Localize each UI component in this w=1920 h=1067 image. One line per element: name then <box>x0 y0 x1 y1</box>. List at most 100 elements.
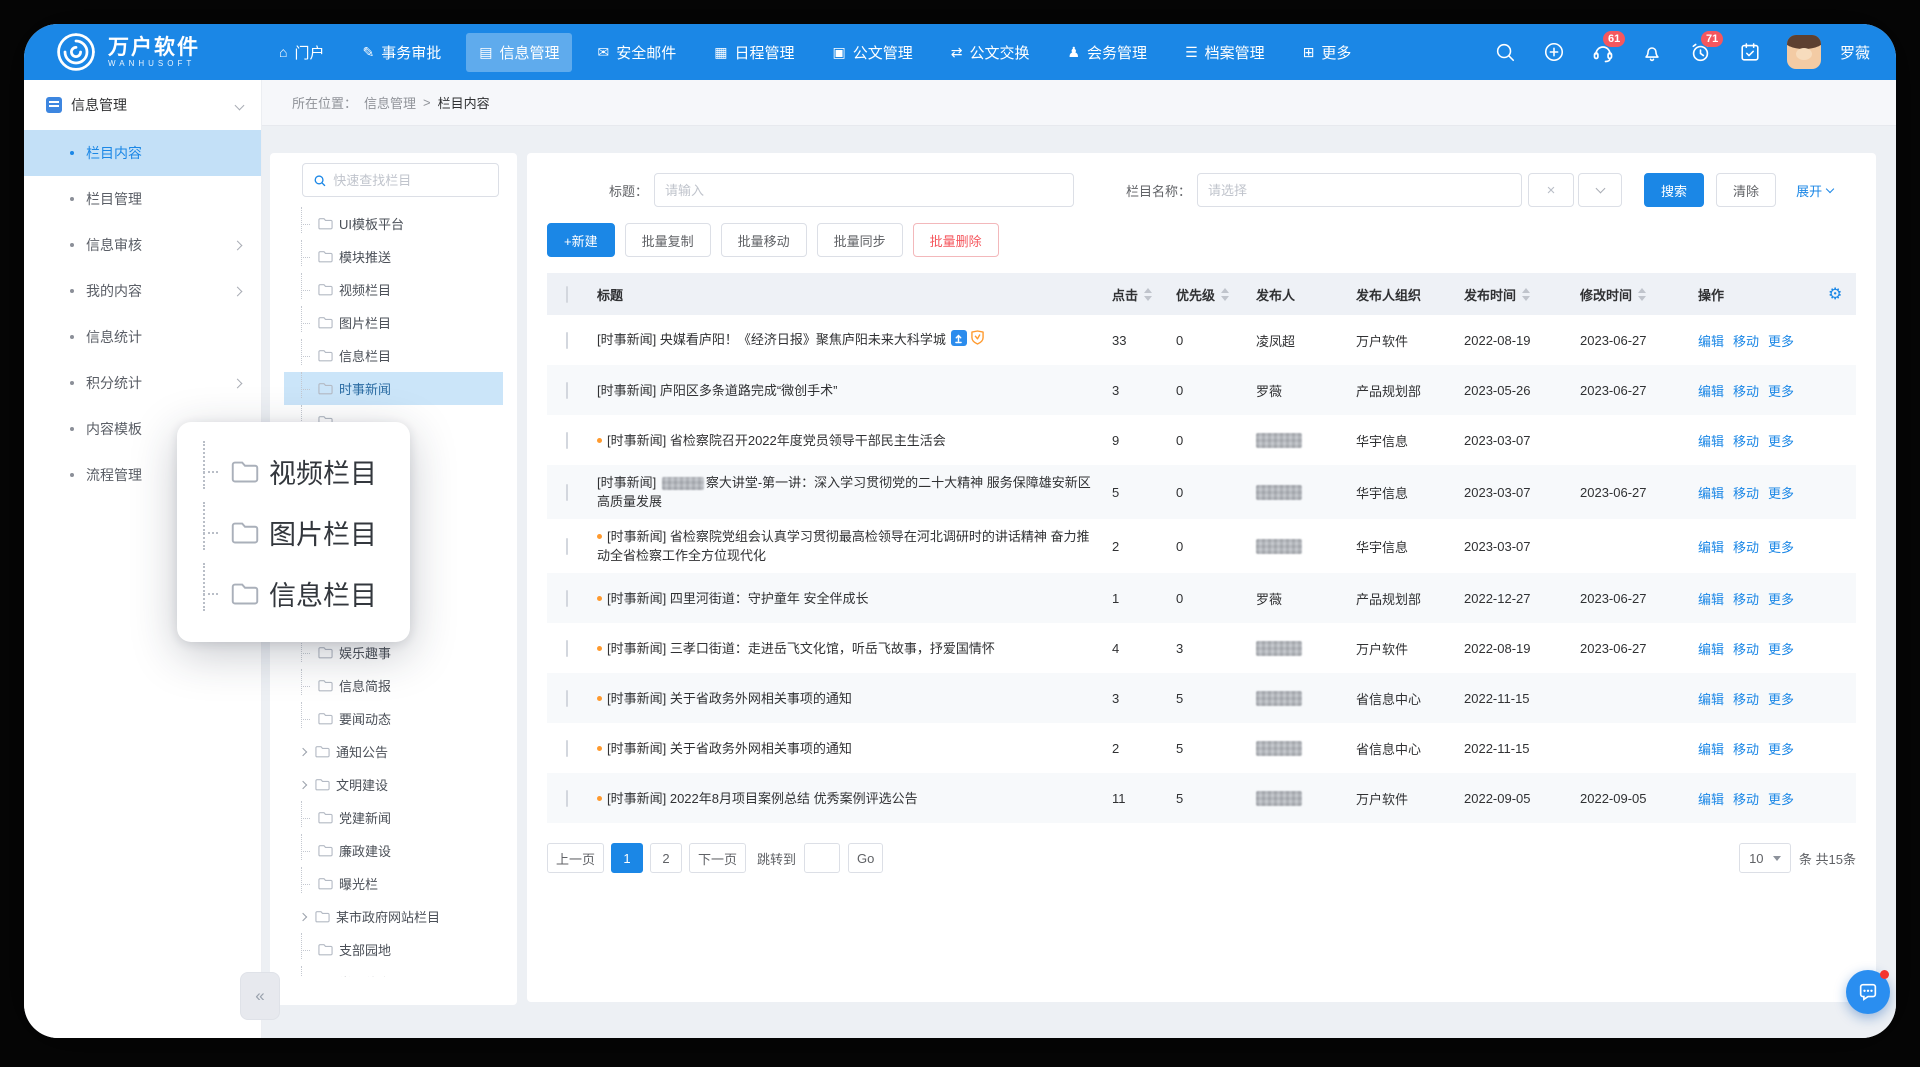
more-link[interactable]: 更多 <box>1768 483 1794 502</box>
sidebar-item[interactable]: 我的内容 <box>24 268 261 314</box>
nav-item[interactable]: ⌂ 门户 <box>266 33 337 72</box>
tree-item[interactable]: 曝光栏 <box>284 867 503 900</box>
edit-link[interactable]: 编辑 <box>1698 639 1724 658</box>
edit-link[interactable]: 编辑 <box>1698 789 1724 808</box>
row-checkbox[interactable] <box>566 432 568 449</box>
edit-link[interactable]: 编辑 <box>1698 331 1724 350</box>
sort-icons[interactable] <box>1522 288 1530 301</box>
go-button[interactable]: Go <box>848 843 883 873</box>
nav-item[interactable]: ☰ 档案管理 <box>1172 33 1278 72</box>
action-button[interactable]: 批量移动 <box>721 223 807 257</box>
clear-button[interactable]: 清除 <box>1716 173 1776 207</box>
tree-item[interactable]: 廉政建设 <box>284 834 503 867</box>
edit-link[interactable]: 编辑 <box>1698 381 1724 400</box>
edit-link[interactable]: 编辑 <box>1698 483 1724 502</box>
nav-item[interactable]: ✉ 安全邮件 <box>584 33 689 72</box>
tree-item[interactable]: 信息简报 <box>284 669 503 702</box>
row-title-cell[interactable]: [时事新闻] 三孝口街道：走进岳飞文化馆，听岳飞故事，抒爱国情怀 <box>591 631 1106 666</box>
prev-page-button[interactable]: 上一页 <box>547 843 604 873</box>
more-link[interactable]: 更多 <box>1768 381 1794 400</box>
move-link[interactable]: 移动 <box>1733 431 1759 450</box>
move-link[interactable]: 移动 <box>1733 689 1759 708</box>
edit-link[interactable]: 编辑 <box>1698 431 1724 450</box>
page-button[interactable]: 2 <box>650 843 682 873</box>
nav-item[interactable]: ✎ 事务审批 <box>349 33 454 72</box>
tree-item[interactable]: 视频栏目 <box>284 273 503 306</box>
move-link[interactable]: 移动 <box>1733 739 1759 758</box>
row-title-cell[interactable]: [时事新闻] 庐阳区多条道路完成“微创手术” <box>591 373 1106 408</box>
row-title-cell[interactable]: [时事新闻] 关于省政务外网相关事项的通知 <box>591 731 1106 766</box>
col-mod-date[interactable]: 修改时间 <box>1574 285 1692 304</box>
sidebar-item[interactable]: 栏目管理 <box>24 176 261 222</box>
tree-item[interactable]: UI模板平台 <box>284 207 503 240</box>
column-filter-select[interactable] <box>1197 173 1522 207</box>
tree-item[interactable]: 信息栏目 <box>284 339 503 372</box>
avatar[interactable] <box>1787 35 1821 69</box>
action-button[interactable]: 批量复制 <box>625 223 711 257</box>
row-checkbox[interactable] <box>566 690 568 707</box>
column-clear-button[interactable]: × <box>1528 173 1574 207</box>
tree-search-input[interactable] <box>333 173 488 188</box>
row-checkbox[interactable] <box>566 484 568 501</box>
row-title[interactable]: [时事新闻] 庐阳区多条道路完成“微创手术” <box>597 383 838 398</box>
expand-arrow-icon[interactable] <box>299 747 307 755</box>
tree-item[interactable]: 文明建设 <box>284 768 503 801</box>
move-link[interactable]: 移动 <box>1733 331 1759 350</box>
move-link[interactable]: 移动 <box>1733 789 1759 808</box>
row-checkbox[interactable] <box>566 740 568 757</box>
row-checkbox[interactable] <box>566 790 568 807</box>
row-title[interactable]: [时事新闻] 省检察院党组会认真学习贯彻最高检领导在河北调研时的讲话精神 奋力推… <box>597 529 1089 563</box>
sort-icons[interactable] <box>1638 288 1646 301</box>
col-pub-date[interactable]: 发布时间 <box>1458 285 1574 304</box>
expand-toggle[interactable]: 展开 <box>1796 181 1833 200</box>
collapse-tree-button[interactable]: « <box>240 972 280 1020</box>
col-clicks[interactable]: 点击 <box>1106 285 1170 304</box>
calendar-icon[interactable] <box>1738 40 1762 64</box>
row-title-cell[interactable]: [时事新闻] 央媒看庐阳！《经济日报》聚焦庐阳未来大科学城 <box>591 322 1106 359</box>
more-link[interactable]: 更多 <box>1768 739 1794 758</box>
service-headset-icon[interactable]: 61 <box>1591 40 1615 64</box>
tree-item[interactable]: 学习体会 <box>284 966 503 977</box>
breadcrumb-parent[interactable]: 信息管理 <box>364 93 416 112</box>
more-link[interactable]: 更多 <box>1768 331 1794 350</box>
tree-item[interactable]: 支部园地 <box>284 933 503 966</box>
row-checkbox[interactable] <box>566 590 568 607</box>
row-checkbox[interactable] <box>566 538 568 555</box>
action-button[interactable]: +新建 <box>547 223 615 257</box>
row-checkbox[interactable] <box>566 332 568 349</box>
title-filter-input[interactable] <box>654 173 1074 207</box>
expand-arrow-icon[interactable] <box>299 912 307 920</box>
tree-item[interactable]: 时事新闻 <box>284 372 503 405</box>
more-link[interactable]: 更多 <box>1768 589 1794 608</box>
nav-item[interactable]: ⇄ 公文交换 <box>938 33 1043 72</box>
page-button[interactable]: 1 <box>611 843 643 873</box>
username[interactable]: 罗薇 <box>1840 42 1870 63</box>
edit-link[interactable]: 编辑 <box>1698 689 1724 708</box>
row-title[interactable]: [时事新闻] 央媒看庐阳！《经济日报》聚焦庐阳未来大科学城 <box>597 332 946 347</box>
row-title[interactable]: [时事新闻] 2022年8月项目案例总结 优秀案例评选公告 <box>607 791 918 806</box>
more-link[interactable]: 更多 <box>1768 789 1794 808</box>
column-dropdown-button[interactable] <box>1578 173 1622 207</box>
tree-item[interactable]: 图片栏目 <box>284 306 503 339</box>
row-checkbox[interactable] <box>566 640 568 657</box>
row-title[interactable]: [时事新闻] 三孝口街道：走进岳飞文化馆，听岳飞故事，抒爱国情怀 <box>607 641 995 656</box>
tree-item[interactable]: 某市政府网站栏目 <box>284 900 503 933</box>
sidebar-item[interactable]: 栏目内容 <box>24 130 261 176</box>
action-button[interactable]: 批量删除 <box>913 223 999 257</box>
row-title-cell[interactable]: [时事新闻] 四里河街道：守护童年 安全伴成长 <box>591 581 1106 616</box>
select-all-checkbox[interactable] <box>566 286 568 303</box>
row-title-cell[interactable]: [时事新闻] 察大讲堂-第一讲：深入学习贯彻党的二十大精神 服务保障雄安新区高质… <box>591 465 1106 519</box>
more-link[interactable]: 更多 <box>1768 639 1794 658</box>
row-checkbox[interactable] <box>566 382 568 399</box>
row-title[interactable]: [时事新闻] 省检察院召开2022年度党员领导干部民主生活会 <box>607 433 946 448</box>
edit-link[interactable]: 编辑 <box>1698 589 1724 608</box>
more-link[interactable]: 更多 <box>1768 689 1794 708</box>
sidebar-item[interactable]: 信息审核 <box>24 222 261 268</box>
move-link[interactable]: 移动 <box>1733 639 1759 658</box>
nav-item[interactable]: ▤ 信息管理 <box>466 33 572 72</box>
row-title[interactable]: [时事新闻] 关于省政务外网相关事项的通知 <box>607 741 852 756</box>
gear-icon[interactable]: ⚙ <box>1828 286 1842 303</box>
nav-item[interactable]: ⊞ 更多 <box>1290 33 1365 72</box>
row-title-cell[interactable]: [时事新闻] 2022年8月项目案例总结 优秀案例评选公告 <box>591 781 1106 816</box>
action-button[interactable]: 批量同步 <box>817 223 903 257</box>
